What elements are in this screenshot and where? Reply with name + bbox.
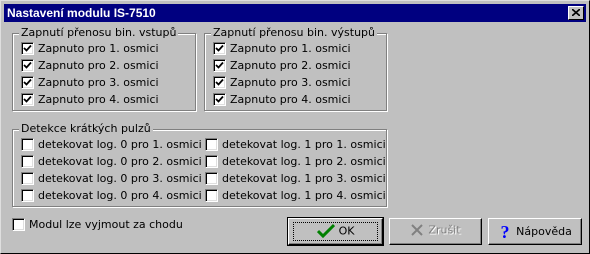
outputs-transfer-group: Zapnutí přenosu bin. výstupů Zapnuto pro…	[204, 26, 387, 111]
checkbox-box[interactable]	[213, 76, 226, 89]
cancel-button[interactable]: Zrušit	[389, 218, 482, 245]
question-icon: ?	[501, 223, 510, 240]
checkbox-label: detekovat log. 0 pro 1. osmici	[38, 138, 202, 151]
checkbox-box[interactable]	[213, 93, 226, 106]
check-mark-icon	[23, 44, 32, 52]
svg-text:?: ?	[501, 223, 510, 240]
close-button[interactable]	[568, 6, 584, 20]
checkbox-box[interactable]	[21, 172, 34, 185]
checkbox-label: Zapnuto pro 3. osmici	[38, 76, 159, 89]
checkbox-label: Zapnuto pro 4. osmici	[230, 93, 351, 106]
checkbox-box[interactable]	[213, 42, 226, 55]
checkbox-label: detekovat log. 1 pro 3. osmici	[222, 172, 386, 185]
checkbox-label: Zapnuto pro 2. osmici	[230, 59, 351, 72]
checkbox-box[interactable]	[21, 42, 34, 55]
inputs-group-title: Zapnutí přenosu bin. vstupů	[19, 26, 179, 39]
checkbox-box[interactable]	[205, 189, 218, 202]
ok-button-label: OK	[338, 224, 355, 238]
check-mark-icon	[215, 61, 224, 69]
checkbox-box[interactable]	[12, 218, 25, 231]
short-pulse-detection-group: Detekce krátkých pulzů detekovat log. 0 …	[12, 122, 387, 207]
checkbox-label: Modul lze vyjmout za chodu	[29, 218, 183, 231]
checkbox-box[interactable]	[21, 138, 34, 151]
checkbox-box[interactable]	[21, 155, 34, 168]
checkbox-box[interactable]	[21, 59, 34, 72]
check-mark-icon	[215, 78, 224, 86]
help-button[interactable]: ? Nápověda	[488, 218, 582, 245]
checkbox-label: detekovat log. 0 pro 3. osmici	[38, 172, 202, 185]
cancel-button-label: Zrušit	[428, 223, 461, 237]
checkbox-label: detekovat log. 1 pro 1. osmici	[222, 138, 386, 151]
checkbox-box[interactable]	[213, 59, 226, 72]
checkbox-label: detekovat log. 0 pro 4. osmici	[38, 189, 202, 202]
check-mark-icon	[215, 95, 224, 103]
check-mark-icon	[23, 61, 32, 69]
pulses-group-title: Detekce krátkých pulzů	[19, 122, 153, 135]
close-icon	[572, 9, 580, 16]
title-bar[interactable]: Nastavení modulu IS-7510	[4, 4, 586, 22]
checkbox-box[interactable]	[21, 93, 34, 106]
check-mark-icon	[215, 44, 224, 52]
checkbox-box[interactable]	[205, 138, 218, 151]
window-title: Nastavení modulu IS-7510	[7, 6, 156, 20]
ok-button[interactable]: OK	[287, 217, 384, 246]
check-mark-icon	[23, 78, 32, 86]
help-button-label: Nápověda	[516, 225, 572, 238]
checkbox-label: Zapnuto pro 2. osmici	[38, 59, 159, 72]
dialog-window: Nastavení modulu IS-7510 Zapnutí přenosu…	[0, 0, 590, 254]
checkbox-label: detekovat log. 1 pro 4. osmici	[222, 189, 386, 202]
checkbox-label: detekovat log. 0 pro 2. osmici	[38, 155, 202, 168]
outputs-group-title: Zapnutí přenosu bin. výstupů	[211, 26, 377, 39]
checkbox-label: Zapnuto pro 3. osmici	[230, 76, 351, 89]
check-mark-icon	[23, 95, 32, 103]
checkbox-box[interactable]	[205, 155, 218, 168]
checkbox-box[interactable]	[21, 76, 34, 89]
checkbox-label: Zapnuto pro 1. osmici	[38, 42, 159, 55]
checkbox-label: Zapnuto pro 1. osmici	[230, 42, 351, 55]
checkbox-box[interactable]	[21, 189, 34, 202]
inputs-transfer-group: Zapnutí přenosu bin. vstupů Zapnuto pro …	[12, 26, 196, 111]
checkbox-label: Zapnuto pro 4. osmici	[38, 93, 159, 106]
checkmark-icon	[316, 223, 335, 239]
checkbox-box[interactable]	[205, 172, 218, 185]
cross-icon	[411, 224, 424, 236]
checkbox-label: detekovat log. 1 pro 2. osmici	[222, 155, 386, 168]
